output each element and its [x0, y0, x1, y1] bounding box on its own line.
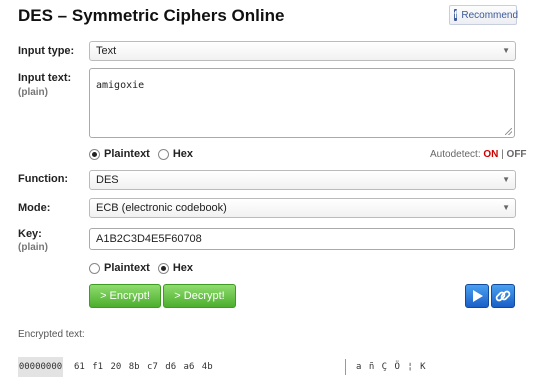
mode-select[interactable]: ECB (electronic codebook) ▼	[89, 198, 516, 218]
input-text-sublabel: (plain)	[18, 87, 48, 98]
function-select[interactable]: DES ▼	[89, 170, 516, 190]
hex-radio[interactable]	[157, 148, 169, 160]
play-button[interactable]	[465, 284, 489, 308]
input-type-value: Text	[96, 45, 117, 57]
chevron-down-icon: ▼	[502, 203, 510, 212]
input-text-label: Input text:	[18, 72, 72, 84]
key-hex-label: Hex	[172, 262, 194, 274]
play-icon	[473, 290, 483, 302]
page-title: DES – Symmetric Ciphers Online	[18, 6, 285, 25]
input-type-label: Input type:	[18, 45, 75, 57]
hex-output-row: 00000000 61 f1 20 8b c7 d6 a6 4b a ñ Ç Ö…	[18, 357, 538, 377]
decrypt-button[interactable]: > Decrypt!	[163, 284, 236, 308]
mode-label: Mode:	[18, 202, 51, 214]
key-hex-radio[interactable]	[157, 262, 169, 274]
facebook-icon: f	[454, 9, 458, 21]
key-value: A1B2C3D4E5F60708	[96, 233, 202, 245]
function-label: Function:	[18, 173, 69, 185]
hex-offset: 00000000	[18, 357, 63, 377]
function-value: DES	[96, 174, 119, 186]
encrypt-button[interactable]: > Encrypt!	[89, 284, 161, 308]
mode-value: ECB (electronic codebook)	[96, 202, 227, 214]
input-text-value: amigoxie	[96, 80, 145, 91]
resize-handle-icon[interactable]	[505, 128, 512, 135]
encrypted-text-label: Encrypted text:	[18, 329, 85, 340]
autodetect-toggle: Autodetect: ON | OFF	[430, 149, 527, 160]
autodetect-label: Autodetect:	[430, 149, 481, 160]
key-input[interactable]: A1B2C3D4E5F60708	[89, 228, 515, 250]
input-text-area[interactable]: amigoxie	[89, 68, 515, 138]
hex-divider	[345, 359, 346, 375]
link-icon	[495, 290, 511, 302]
autodetect-sep: |	[501, 149, 504, 160]
input-type-select[interactable]: Text ▼	[89, 41, 516, 61]
plaintext-radio[interactable]	[89, 148, 100, 160]
plaintext-radio-label: Plaintext	[104, 148, 150, 160]
hex-bytes: 61 f1 20 8b c7 d6 a6 4b	[74, 362, 213, 372]
link-button[interactable]	[491, 284, 515, 308]
key-plaintext-radio[interactable]	[89, 262, 100, 274]
hex-ascii: a ñ Ç Ö ¦ K	[356, 362, 427, 372]
autodetect-off[interactable]: OFF	[507, 149, 527, 160]
chevron-down-icon: ▼	[502, 46, 510, 55]
autodetect-on[interactable]: ON	[483, 149, 498, 160]
chevron-down-icon: ▼	[502, 175, 510, 184]
key-format-radios: Plaintext Hex	[89, 262, 193, 274]
key-sublabel: (plain)	[18, 242, 48, 253]
key-label: Key:	[18, 228, 42, 240]
input-format-radios: Plaintext Hex	[89, 148, 193, 160]
facebook-recommend-button[interactable]: f Recommend	[449, 5, 519, 25]
recommend-label: Recommend	[461, 9, 519, 21]
hex-radio-label: Hex	[172, 148, 194, 160]
key-plaintext-label: Plaintext	[104, 262, 150, 274]
